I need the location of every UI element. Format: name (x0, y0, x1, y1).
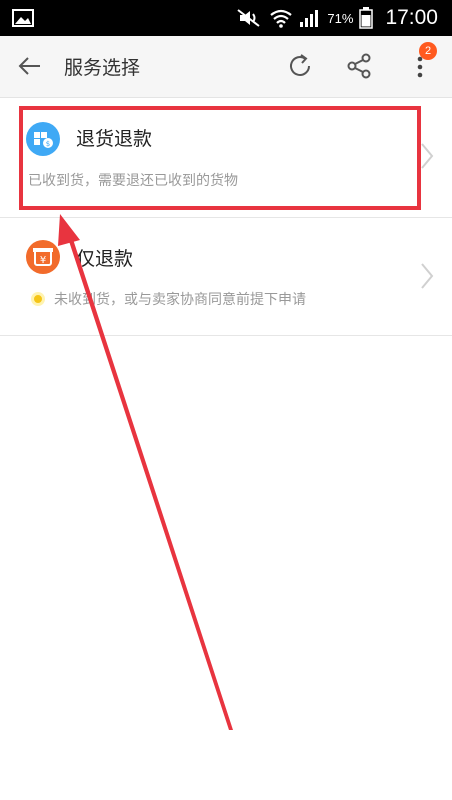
refresh-icon[interactable] (285, 51, 315, 81)
share-icon[interactable] (344, 51, 374, 81)
mute-icon (237, 9, 261, 27)
option-description: 未收到货，或与卖家协商同意前提下申请 (54, 292, 306, 308)
page-title: 服务选择 (64, 57, 141, 79)
gallery-icon (12, 9, 34, 27)
refund-yen-icon: ¥ (26, 240, 60, 274)
info-dot-icon (31, 292, 45, 306)
status-bar: 71% 17:00 (0, 0, 452, 36)
signal-icon (300, 10, 319, 27)
app-header: 服务选择 2 (0, 36, 452, 98)
option-refund-only[interactable]: ¥ 仅退款 未收到货，或与卖家协商同意前提下申请 (0, 218, 452, 336)
back-arrow-icon[interactable] (16, 52, 44, 80)
battery-icon (359, 7, 374, 29)
chevron-right-icon (421, 143, 434, 169)
chevron-right-icon (421, 263, 434, 289)
annotation-highlight-box (19, 106, 421, 210)
battery-percent: 71% (327, 10, 354, 26)
option-label: 仅退款 (76, 248, 134, 270)
wifi-icon (270, 9, 293, 28)
svg-text:¥: ¥ (40, 255, 46, 266)
notification-badge: 2 (419, 42, 437, 60)
status-time: 17:00 (385, 6, 438, 29)
